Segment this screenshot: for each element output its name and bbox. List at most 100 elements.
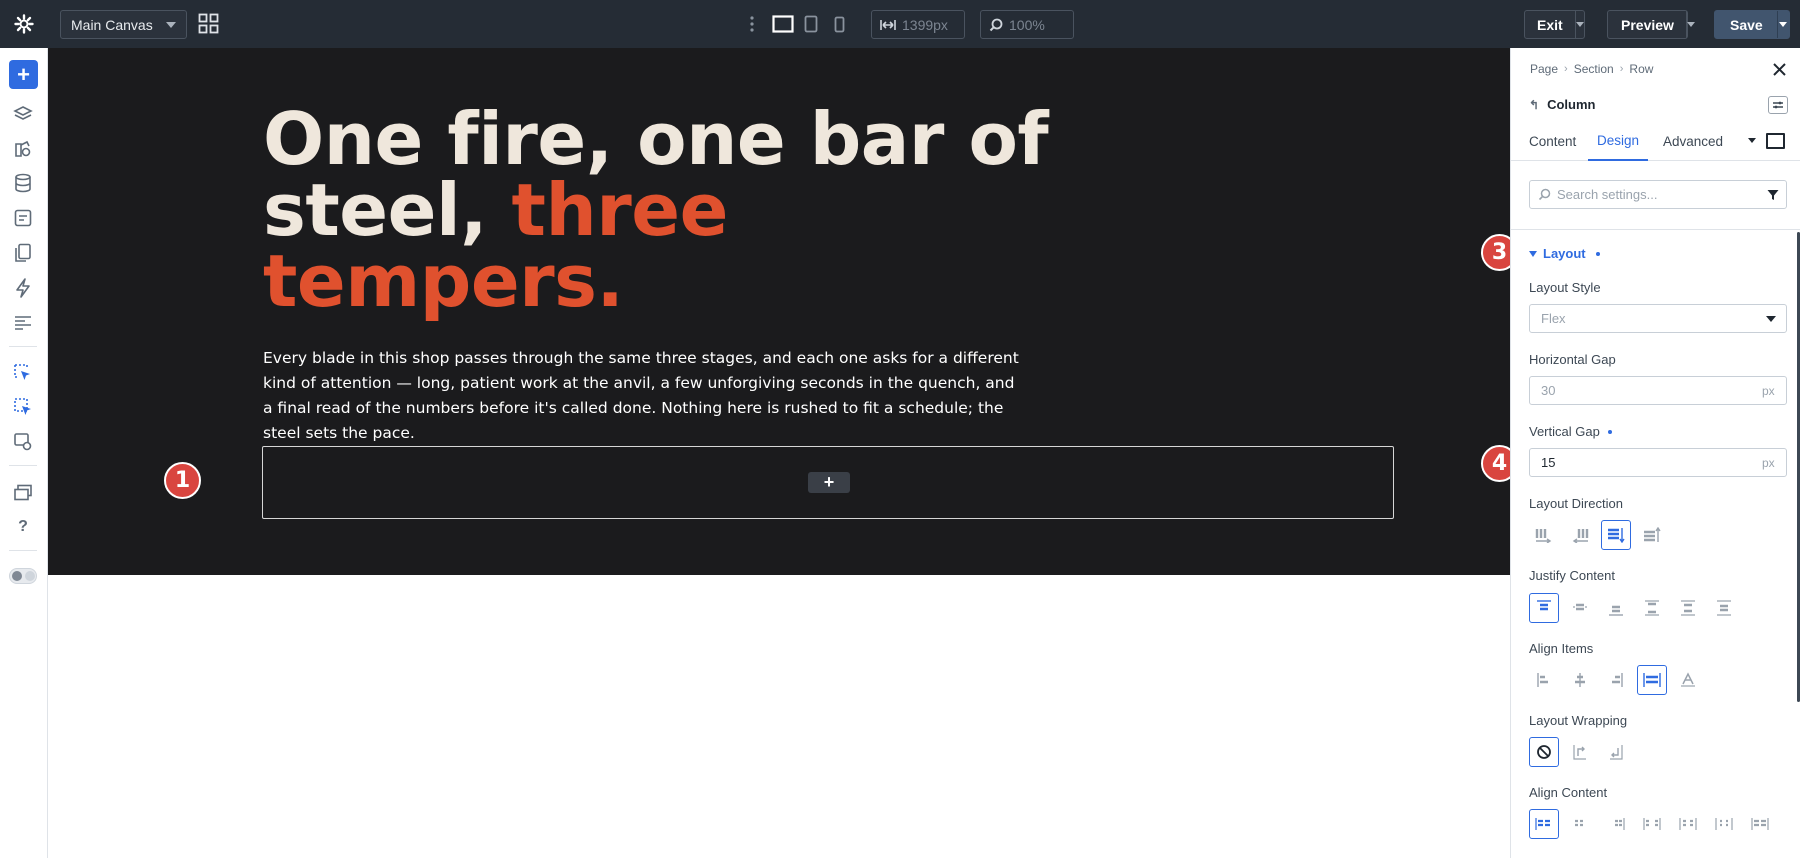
tab-content[interactable]: Content [1529, 121, 1576, 161]
help-question-icon[interactable]: ? [10, 514, 36, 540]
vertical-gap-value: 15 [1541, 455, 1556, 470]
left-sidebar: + ? [0, 48, 48, 858]
hero-section[interactable]: One fire, one bar of steel, three temper… [48, 48, 1510, 575]
vertical-gap-unit[interactable]: px [1762, 456, 1786, 470]
justify-space-between-icon[interactable] [1637, 593, 1667, 623]
more-options-icon[interactable] [748, 14, 756, 34]
align-content-center-icon[interactable] [1565, 809, 1595, 839]
filter-icon[interactable] [1760, 181, 1786, 208]
phone-view-icon[interactable] [831, 13, 847, 35]
dark-mode-toggle[interactable] [9, 568, 37, 584]
back-arrow-icon[interactable]: ↰ [1529, 98, 1539, 112]
align-content-space-evenly-icon[interactable] [1709, 809, 1739, 839]
breadcrumb: Page › Section › Row [1530, 62, 1653, 76]
layout-group-title: Layout [1543, 246, 1586, 261]
canvas-select[interactable]: Main Canvas [60, 10, 187, 39]
save-label: Save [1715, 11, 1778, 38]
justify-start-icon[interactable] [1529, 593, 1559, 623]
horizontal-gap-input[interactable]: 30 px [1529, 376, 1787, 405]
breadcrumb-row[interactable]: Row [1629, 62, 1653, 76]
align-content-end-icon[interactable] [1601, 809, 1631, 839]
tablet-view-icon[interactable] [802, 13, 820, 35]
multi-select-icon[interactable] [10, 394, 36, 420]
tabs-dropdown-chevron-icon[interactable] [1748, 138, 1756, 143]
canvas-width-field[interactable]: 1399px [871, 10, 965, 39]
align-stretch-icon[interactable] [1637, 665, 1667, 695]
layout-direction-label: Layout Direction [1529, 496, 1623, 511]
align-items-options [1529, 665, 1703, 695]
settings-gear-icon[interactable] [12, 12, 36, 36]
exit-menu-chevron-icon[interactable] [1575, 11, 1584, 38]
no-wrap-icon[interactable] [1529, 737, 1559, 767]
layout-style-select[interactable]: Flex [1529, 304, 1787, 333]
align-center-icon[interactable] [1565, 665, 1595, 695]
modified-indicator-dot [1595, 251, 1600, 256]
align-end-icon[interactable] [1601, 665, 1631, 695]
save-button[interactable]: Save [1714, 10, 1790, 39]
save-menu-chevron-icon[interactable] [1778, 11, 1789, 38]
tab-advanced[interactable]: Advanced [1663, 121, 1723, 161]
settings-search[interactable] [1529, 180, 1787, 209]
interactions-lightning-icon[interactable] [10, 275, 36, 301]
exit-button[interactable]: Exit [1524, 10, 1585, 39]
chevron-down-icon [166, 22, 176, 28]
wrap-icon[interactable] [1565, 737, 1595, 767]
panel-divider [1511, 229, 1800, 230]
preview-button[interactable]: Preview [1607, 10, 1695, 39]
hero-paragraph[interactable]: Every blade in this shop passes through … [263, 346, 1023, 446]
canvas-width-value: 1399px [902, 16, 948, 33]
direction-column-icon[interactable] [1601, 520, 1631, 550]
add-module-button[interactable]: + [808, 472, 850, 493]
preset-box-icon[interactable] [1766, 133, 1785, 149]
tab-design[interactable]: Design [1588, 121, 1649, 161]
layout-group-header[interactable]: Layout [1529, 246, 1600, 261]
align-start-icon[interactable] [1529, 665, 1559, 695]
align-content-stretch-icon[interactable] [1745, 809, 1775, 839]
align-baseline-icon[interactable] [1673, 665, 1703, 695]
align-content-space-around-icon[interactable] [1673, 809, 1703, 839]
find-replace-icon[interactable] [10, 429, 36, 455]
close-icon[interactable] [1770, 60, 1788, 78]
horizontal-gap-value: 30 [1541, 383, 1556, 398]
database-icon[interactable] [10, 170, 36, 196]
empty-column-placeholder[interactable]: + [262, 446, 1394, 519]
breadcrumb-section[interactable]: Section [1574, 62, 1614, 76]
theme-builder-icon[interactable] [10, 136, 36, 162]
forms-icon[interactable] [10, 205, 36, 231]
direction-row-reverse-icon[interactable] [1565, 520, 1595, 550]
align-content-options [1529, 809, 1775, 839]
list-lines-icon[interactable] [10, 310, 36, 336]
pages-icon[interactable] [10, 240, 36, 266]
add-element-button[interactable]: + [9, 60, 38, 89]
direction-column-reverse-icon[interactable] [1637, 520, 1667, 550]
panel-tabs: Content Design Advanced [1511, 121, 1800, 161]
align-content-start-icon[interactable] [1529, 809, 1559, 839]
justify-center-icon[interactable] [1565, 593, 1595, 623]
exit-label: Exit [1525, 11, 1576, 38]
layers-icon[interactable] [10, 101, 36, 127]
layout-style-value: Flex [1541, 311, 1566, 326]
direction-row-icon[interactable] [1529, 520, 1559, 550]
layout-style-label: Layout Style [1529, 280, 1601, 295]
zoom-field[interactable]: 100% [980, 10, 1074, 39]
justify-end-icon[interactable] [1601, 593, 1631, 623]
wrap-reverse-icon[interactable] [1601, 737, 1631, 767]
select-element-icon[interactable] [10, 360, 36, 386]
justify-space-around-icon[interactable] [1673, 593, 1703, 623]
top-toolbar: Main Canvas 1399px 100% Exit Preview Sav… [0, 0, 1800, 48]
headline-line-2: steel, three [263, 174, 1063, 246]
canvases-icon[interactable] [10, 480, 36, 506]
grid-view-icon[interactable] [198, 13, 219, 34]
hero-headline[interactable]: One fire, one bar of steel, three temper… [263, 103, 1063, 317]
justify-space-evenly-icon[interactable] [1709, 593, 1739, 623]
horizontal-gap-unit[interactable]: px [1762, 384, 1786, 398]
preview-menu-chevron-icon[interactable] [1686, 11, 1695, 38]
panel-layout-toggle-icon[interactable] [1768, 96, 1788, 114]
desktop-view-icon[interactable] [771, 13, 795, 35]
layout-wrapping-options [1529, 737, 1631, 767]
vertical-gap-input[interactable]: 15 px [1529, 448, 1787, 477]
settings-search-input[interactable] [1557, 187, 1760, 202]
align-content-space-between-icon[interactable] [1637, 809, 1667, 839]
preview-label: Preview [1608, 11, 1687, 38]
breadcrumb-page[interactable]: Page [1530, 62, 1558, 76]
